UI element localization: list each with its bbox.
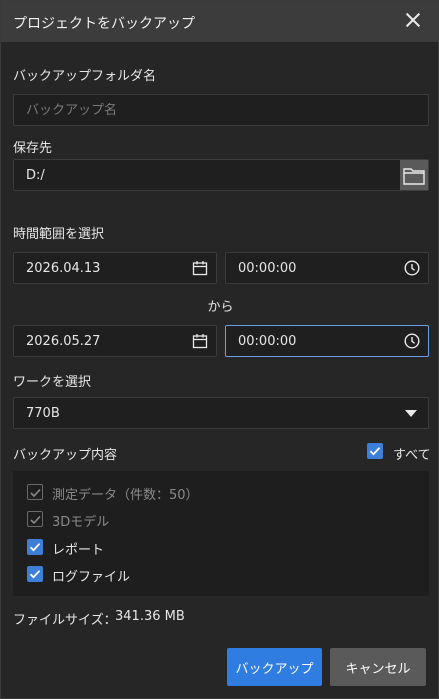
backup-button[interactable]: バックアップ xyxy=(227,648,322,686)
start-date-field[interactable]: 2026.04.13 xyxy=(13,252,217,284)
calendar-icon[interactable] xyxy=(192,333,208,349)
report-label: レポート xyxy=(52,543,105,558)
dialog-title: プロジェクトをバックアップ xyxy=(13,16,195,32)
select-all-label: すべて xyxy=(393,448,431,463)
log-file-checkbox[interactable] xyxy=(27,566,43,582)
time-range-label: 時間範囲を選択 xyxy=(13,227,105,242)
measurement-data-label: 測定データ（件数：50） xyxy=(52,488,199,503)
work-label: ワークを選択 xyxy=(13,375,92,390)
backup-dialog: プロジェクトをバックアップ バックアップフォルダ名 保存先 D:/ 時間範囲を選… xyxy=(0,0,439,699)
backup-folder-label: バックアップフォルダ名 xyxy=(13,69,157,84)
file-size-label: ファイルサイズ： xyxy=(13,613,117,628)
start-time-field[interactable]: 00:00:00 xyxy=(225,252,429,284)
end-date-value: 2026.05.27 xyxy=(26,334,101,349)
browse-folder-button[interactable] xyxy=(400,160,428,190)
work-selected-value: 770B xyxy=(26,406,60,421)
report-checkbox[interactable] xyxy=(27,539,43,555)
log-file-label: ログファイル xyxy=(52,570,131,585)
measurement-data-checkbox[interactable] xyxy=(27,484,43,500)
end-time-value: 00:00:00 xyxy=(238,334,297,349)
destination-value: D:/ xyxy=(26,168,45,183)
3d-model-label: 3Dモデル xyxy=(52,515,110,530)
calendar-icon[interactable] xyxy=(192,260,208,276)
backup-content-label: バックアップ内容 xyxy=(13,448,118,463)
work-select[interactable]: 770B xyxy=(13,397,429,429)
start-date-value: 2026.04.13 xyxy=(26,261,101,276)
file-size-value: 341.36 MB xyxy=(115,609,185,624)
title-bar: プロジェクトをバックアップ xyxy=(1,1,439,42)
backup-content-panel: 測定データ（件数：50） 3Dモデル レポート ログファイル xyxy=(13,471,429,596)
folder-icon xyxy=(403,168,425,185)
end-time-field[interactable]: 00:00:00 xyxy=(225,325,429,357)
clock-icon[interactable] xyxy=(404,260,420,276)
check-icon xyxy=(369,447,381,456)
3d-model-checkbox[interactable] xyxy=(27,511,43,527)
chevron-down-icon[interactable] xyxy=(405,410,417,417)
range-separator: から xyxy=(207,300,234,315)
end-date-field[interactable]: 2026.05.27 xyxy=(13,325,217,357)
cancel-button[interactable]: キャンセル xyxy=(330,648,426,686)
close-icon[interactable] xyxy=(404,11,422,29)
start-time-value: 00:00:00 xyxy=(238,261,297,276)
backup-folder-field[interactable] xyxy=(13,94,429,126)
destination-field[interactable]: D:/ xyxy=(13,159,429,191)
check-icon xyxy=(30,515,41,525)
check-icon xyxy=(29,570,41,579)
select-all-checkbox[interactable] xyxy=(367,443,383,459)
check-icon xyxy=(30,488,41,498)
clock-icon[interactable] xyxy=(404,333,420,349)
check-icon xyxy=(29,543,41,552)
destination-label: 保存先 xyxy=(13,141,53,156)
backup-folder-input[interactable] xyxy=(26,95,358,125)
